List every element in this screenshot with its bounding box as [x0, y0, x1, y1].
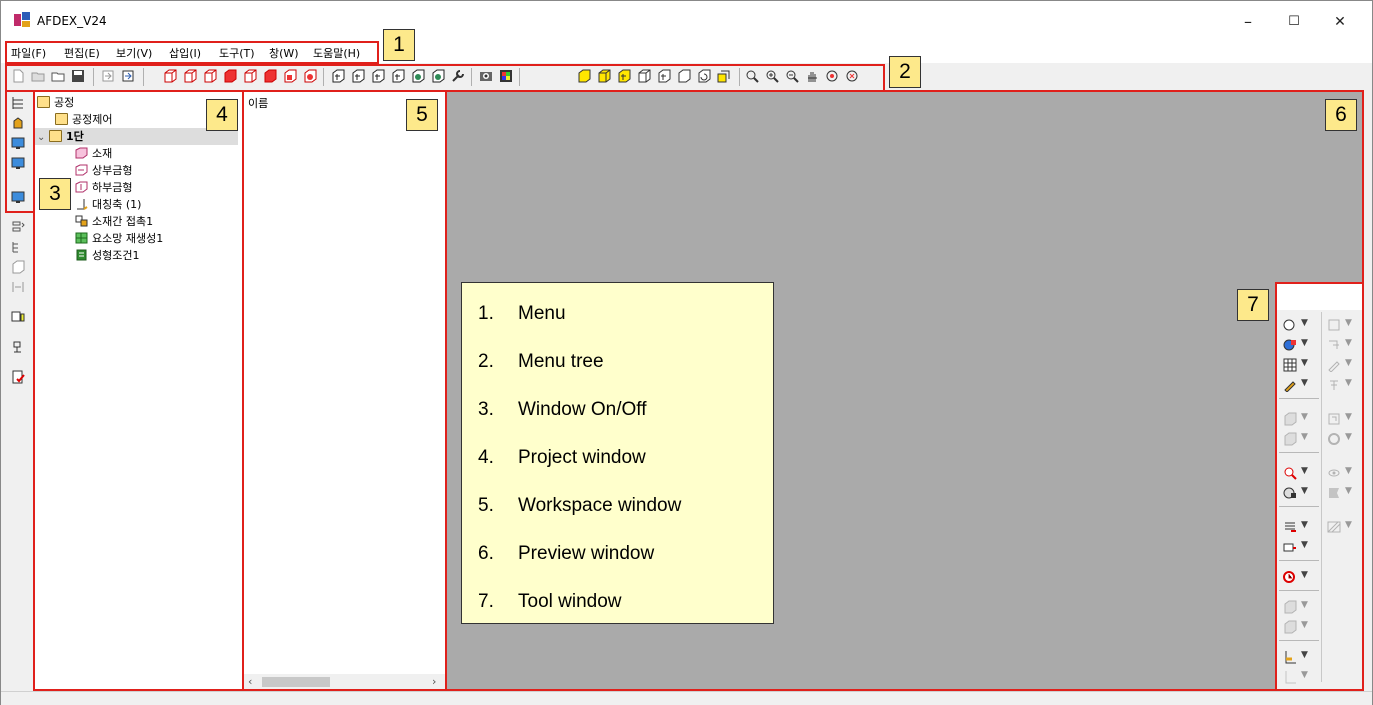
badge-4: 4 [206, 99, 238, 131]
legend-item-preview-window: 6. Preview window [478, 543, 655, 564]
window-title: AFDEX_V24 [37, 14, 107, 28]
legend-item-menu: 1. Menu [478, 303, 566, 324]
output-window-icon[interactable] [11, 340, 25, 354]
badge-3: 3 [39, 178, 71, 210]
list-window-icon[interactable] [11, 220, 25, 234]
annotation-frame-menu [5, 41, 379, 64]
maximize-button[interactable]: ☐ [1271, 9, 1317, 35]
badge-7: 7 [1237, 289, 1269, 321]
title-bar: AFDEX_V24 – ☐ ✕ [1, 1, 1372, 41]
annotation-frame-window-toggle [5, 90, 35, 213]
status-bar [1, 691, 1372, 705]
legend-item-workspace-window: 5. Workspace window [478, 495, 682, 516]
split-window-icon[interactable] [11, 280, 25, 294]
close-button[interactable]: ✕ [1317, 9, 1363, 35]
app-window: AFDEX_V24 – ☐ ✕ 파일(F) 편집(E) 보기(V) 삽입(I) … [0, 0, 1373, 705]
legend-item-menu-tree: 2. Menu tree [478, 351, 604, 372]
badge-5: 5 [406, 99, 438, 131]
legend-box: 1. Menu 2. Menu tree 3. Window On/Off 4. Pro… [461, 282, 774, 624]
badge-1: 1 [383, 29, 415, 61]
badge-2: 2 [889, 56, 921, 88]
minimize-button[interactable]: – [1225, 9, 1271, 35]
afdex-logo-icon [14, 12, 30, 27]
annotation-frame-workspace-window [242, 90, 447, 691]
legend-item-project-window: 4. Project window [478, 447, 646, 468]
checklist-window-icon[interactable] [11, 370, 25, 384]
legend-item-tool-window: 7. Tool window [478, 591, 622, 612]
annotation-frame-tool-window [1275, 282, 1364, 691]
legend-item-window-onoff: 3. Window On/Off [478, 399, 647, 420]
badge-6: 6 [1325, 99, 1357, 131]
graph-window-icon[interactable] [11, 310, 25, 324]
annotation-frame-menu-tree [5, 64, 885, 92]
box-window-icon[interactable] [11, 260, 25, 274]
tree-window-icon[interactable] [11, 240, 25, 254]
